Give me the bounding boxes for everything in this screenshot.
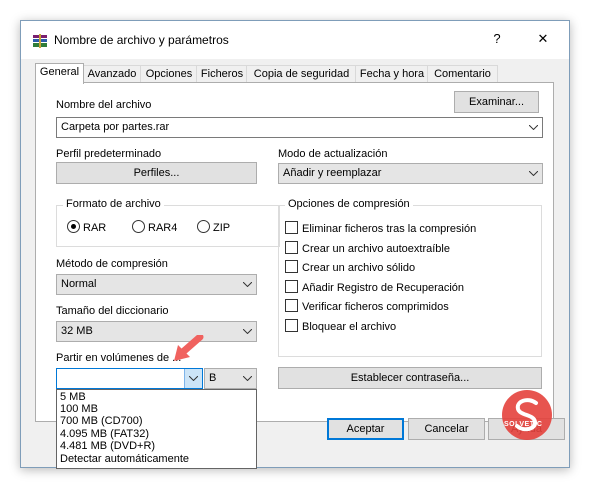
split-volumes-dropdown-list: 5 MB 100 MB 700 MB (CD700) 4.095 MB (FAT…	[56, 389, 257, 469]
archive-name-value: Carpeta por partes.rar	[61, 121, 170, 133]
chevron-down-icon[interactable]	[239, 275, 256, 294]
window-title: Nombre de archivo y parámetros	[54, 33, 229, 47]
ok-button[interactable]: Aceptar	[327, 418, 404, 440]
browse-button[interactable]: Examinar...	[454, 91, 539, 113]
split-volumes-label: Partir en volúmenes de ...	[56, 352, 182, 364]
default-profile-label: Perfil predeterminado	[56, 148, 162, 160]
radio-zip[interactable]: ZIP	[197, 220, 230, 234]
checkbox-icon	[285, 319, 298, 332]
radio-rar4-label: RAR4	[148, 222, 178, 234]
solvetic-logo-icon: SOLVETIC	[498, 389, 556, 445]
tab-copia-seguridad[interactable]: Copia de seguridad	[246, 65, 357, 83]
compression-options-label: Opciones de compresión	[285, 198, 413, 210]
chevron-down-icon[interactable]	[184, 369, 202, 388]
compression-method-value: Normal	[61, 278, 97, 290]
radio-rar[interactable]: RAR	[67, 220, 106, 234]
compression-options-group: Opciones de compresión Eliminar ficheros…	[278, 198, 542, 357]
chevron-down-icon[interactable]	[525, 164, 542, 183]
dropdown-option[interactable]: 700 MB (CD700)	[60, 415, 143, 427]
general-panel: Nombre del archivo Examinar... Carpeta p…	[35, 82, 554, 422]
dropdown-option[interactable]: 4.095 MB (FAT32)	[60, 428, 149, 440]
split-volumes-unit-value: B	[209, 372, 217, 384]
checkbox-label: Eliminar ficheros tras la compresión	[302, 223, 477, 235]
dropdown-option[interactable]: 4.481 MB (DVD+R)	[60, 440, 155, 452]
help-title-button[interactable]: ?	[489, 31, 505, 47]
archive-format-label: Formato de archivo	[63, 198, 164, 210]
dropdown-option[interactable]: 5 MB	[60, 391, 86, 403]
checkbox-label: Crear un archivo autoextraíble	[302, 243, 450, 255]
checkbox-recovery-record[interactable]: Añadir Registro de Recuperación	[285, 280, 464, 294]
archive-format-group: Formato de archivo RAR RAR4 ZIP	[56, 198, 280, 247]
update-mode-label: Modo de actualización	[278, 148, 388, 160]
dictionary-size-label: Tamaño del diccionario	[56, 305, 169, 317]
chevron-down-icon[interactable]	[525, 118, 542, 137]
checkbox-label: Bloquear el archivo	[302, 321, 397, 333]
checkbox-icon	[285, 241, 298, 254]
checkbox-label: Crear un archivo sólido	[302, 262, 416, 274]
checkbox-icon	[285, 221, 298, 234]
tab-avanzado[interactable]: Avanzado	[82, 65, 142, 83]
tab-opciones[interactable]: Opciones	[140, 65, 198, 83]
close-icon[interactable]: ✕	[535, 31, 551, 47]
checkbox-label: Añadir Registro de Recuperación	[302, 282, 465, 294]
checkbox-delete-files[interactable]: Eliminar ficheros tras la compresión	[285, 221, 476, 235]
set-password-button[interactable]: Establecer contraseña...	[278, 367, 542, 389]
split-volumes-input[interactable]	[56, 368, 203, 389]
profiles-button[interactable]: Perfiles...	[56, 162, 257, 184]
update-mode-select[interactable]: Añadir y reemplazar	[278, 163, 543, 184]
dropdown-option[interactable]: Detectar automáticamente	[60, 453, 189, 465]
radio-selected-icon	[67, 220, 80, 233]
watermark-text: SOLVETIC	[504, 421, 543, 428]
compression-method-select[interactable]: Normal	[56, 274, 257, 295]
annotation-arrow-icon	[170, 333, 204, 368]
split-volumes-unit-select[interactable]: B	[204, 368, 257, 389]
checkbox-lock[interactable]: Bloquear el archivo	[285, 319, 396, 333]
dropdown-option[interactable]: 100 MB	[60, 403, 98, 415]
dictionary-size-value: 32 MB	[61, 325, 93, 337]
checkbox-icon	[285, 299, 298, 312]
winrar-app-icon	[33, 34, 47, 48]
radio-rar-label: RAR	[83, 222, 107, 234]
tab-fecha-hora[interactable]: Fecha y hora	[355, 65, 429, 83]
tab-general[interactable]: General	[35, 63, 84, 84]
update-mode-value: Añadir y reemplazar	[283, 167, 382, 179]
checkbox-label: Verificar ficheros comprimidos	[302, 301, 449, 313]
checkbox-solid[interactable]: Crear un archivo sólido	[285, 260, 415, 274]
radio-icon	[132, 220, 145, 233]
radio-rar4[interactable]: RAR4	[132, 220, 177, 234]
chevron-down-icon[interactable]	[239, 369, 256, 388]
archive-name-label: Nombre del archivo	[56, 99, 152, 111]
dictionary-size-select[interactable]: 32 MB	[56, 321, 257, 342]
title-bar: Nombre de archivo y parámetros ? ✕	[21, 21, 569, 59]
checkbox-icon	[285, 280, 298, 293]
compression-method-label: Método de compresión	[56, 258, 168, 270]
cancel-button[interactable]: Cancelar	[408, 418, 485, 440]
archive-name-combo[interactable]: Carpeta por partes.rar	[56, 117, 543, 138]
checkbox-sfx[interactable]: Crear un archivo autoextraíble	[285, 241, 450, 255]
checkbox-icon	[285, 260, 298, 273]
radio-icon	[197, 220, 210, 233]
radio-zip-label: ZIP	[213, 222, 231, 234]
tab-ficheros[interactable]: Ficheros	[196, 65, 248, 83]
chevron-down-icon[interactable]	[239, 322, 256, 341]
tab-comentario[interactable]: Comentario	[427, 65, 498, 83]
checkbox-verify[interactable]: Verificar ficheros comprimidos	[285, 299, 449, 313]
